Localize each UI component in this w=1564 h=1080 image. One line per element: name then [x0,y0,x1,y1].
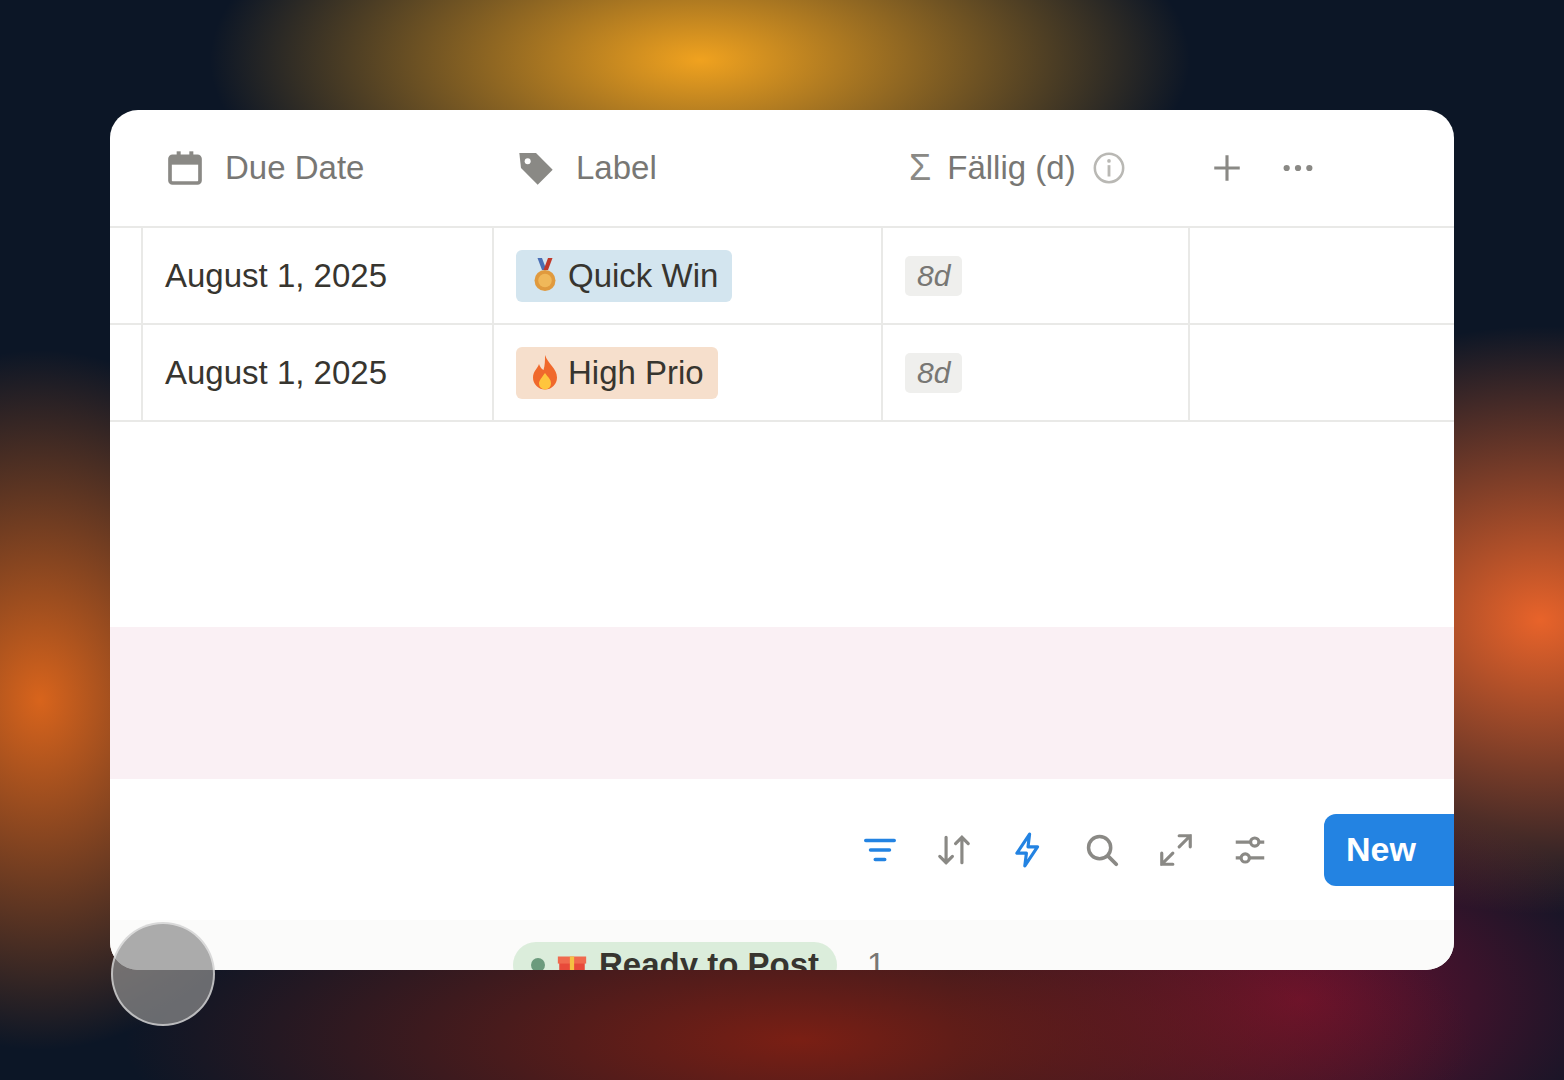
more-icon[interactable] [1280,151,1316,185]
label-tag[interactable]: High Prio [516,347,718,399]
filter-icon[interactable] [861,831,899,869]
info-icon [1092,151,1126,185]
formula-icon: Σ [909,147,931,189]
expand-icon[interactable] [1157,831,1195,869]
automation-button[interactable] [1008,830,1048,870]
column-title[interactable]: Label [576,149,657,187]
due-date: August 1, 2025 [165,354,387,392]
medal-icon [530,258,560,294]
table-row[interactable]: August 1, 2025 High Prio 8d [110,325,1454,422]
view-toolbar: New [110,779,1454,920]
add-column-icon[interactable] [1210,151,1244,185]
expand-button[interactable] [1156,830,1196,870]
group-count: 1 [867,942,885,970]
column-actions [1190,110,1454,226]
fire-icon [530,355,560,391]
date-cell[interactable]: August 1, 2025 [143,228,494,323]
group-title: Ready to Post [599,946,819,970]
sort-button[interactable] [934,830,974,870]
new-button[interactable]: New [1324,814,1454,886]
settings-icon[interactable] [1231,831,1269,869]
column-header[interactable]: Label [494,110,883,226]
days-badge: 8d [905,256,962,296]
label-tag[interactable]: Quick Win [516,250,732,302]
filter-button[interactable] [860,830,900,870]
group-tag[interactable]: Ready to Post [513,942,837,970]
label-cell[interactable]: Quick Win [494,228,883,323]
table-header: Due Date Label Σ Fällig (d) [110,110,1454,228]
new-button-label[interactable]: New [1346,830,1416,869]
column-title[interactable]: Fällig (d) [947,149,1075,187]
search-icon[interactable] [1083,831,1121,869]
column-header[interactable]: Σ Fällig (d) [883,110,1190,226]
table-row[interactable]: August 1, 2025 Quick Win 8d [110,228,1454,325]
calendar-icon [165,148,205,188]
date-cell[interactable]: August 1, 2025 [143,325,494,420]
gift-icon [555,948,589,970]
column-header[interactable]: Due Date [143,110,494,226]
status-dot [531,958,545,970]
column-title[interactable]: Due Date [225,149,364,187]
database-window: Due Date Label Σ Fällig (d) August 1, 2025 Qu… [110,110,1454,970]
search-button[interactable] [1082,830,1122,870]
cursor-indicator [111,922,215,1026]
tag-icon [516,148,556,188]
formula-cell: 8d [883,325,1190,420]
days-badge: 8d [905,353,962,393]
settings-button[interactable] [1230,830,1270,870]
sort-icon[interactable] [935,831,973,869]
label-text: High Prio [568,354,704,392]
board-groups: Ready to Post 1 [110,920,1454,970]
automation-icon[interactable] [1009,831,1047,869]
group-band [110,627,1454,779]
due-date: August 1, 2025 [165,257,387,295]
formula-cell: 8d [883,228,1190,323]
label-text: Quick Win [568,257,718,295]
label-cell[interactable]: High Prio [494,325,883,420]
